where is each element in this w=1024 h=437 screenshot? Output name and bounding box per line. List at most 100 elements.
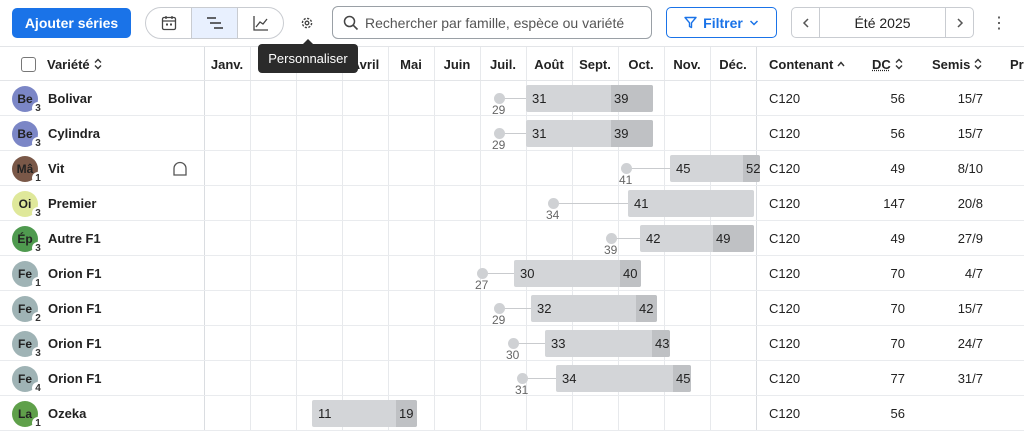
avatar: Fe 1 [12,261,44,289]
container-cell: C120 [769,406,801,421]
timeline-bar[interactable]: 11 19 [312,400,417,427]
timeline-connector [626,168,670,169]
end-week-label: 39 [614,126,629,141]
timeline-bar[interactable]: 31 39 [526,85,653,112]
select-all-checkbox[interactable] [21,57,36,72]
filter-button[interactable]: Filtrer [666,7,777,38]
timeline-bar[interactable]: 31 39 [526,120,653,147]
month-header: Janv. [210,56,244,72]
timeline-bar[interactable]: 32 42 [531,295,657,322]
sort-ascending-icon [837,61,845,67]
month-header: Oct. [628,56,654,72]
variety-name[interactable]: Ozeka [48,396,86,431]
variety-name[interactable]: Orion F1 [48,361,101,396]
table-row[interactable]: Mâ 1 Vit 41 45 52 C120 49 8/10 [0,151,1024,187]
avatar: Oi 3 [12,191,44,219]
variety-name[interactable]: Orion F1 [48,256,101,291]
semis-cell: 15/7 [957,301,983,316]
avatar-initials: La [17,407,32,421]
count-badge: 3 [32,207,44,219]
table-row[interactable]: Be 3 Cylindra 29 31 39 C120 56 15/7 [0,116,1024,152]
more-column-header[interactable]: Pr [1010,47,1024,81]
start-week-label: 42 [646,231,661,246]
start-week-label: 33 [551,336,566,351]
table-row[interactable]: Fe 1 Orion F1 27 30 40 C120 70 4/7 [0,256,1024,292]
variety-header-label: Variété [47,56,90,72]
variety-name[interactable]: Vit [48,151,64,186]
sowing-week-label: 27 [475,278,489,292]
more-options-icon[interactable]: ⋮ [991,12,1007,34]
container-cell: C120 [769,231,801,246]
avatar-initials: Fe [17,337,32,351]
semis-cell: 27/9 [957,231,983,246]
table-row[interactable]: Ép 3 Autre F1 39 42 49 C120 49 27/9 [0,221,1024,257]
table-row[interactable]: Fe 3 Orion F1 30 33 43 C120 70 24/7 [0,326,1024,362]
avatar-initials: Ép [17,232,33,246]
semis-column-header[interactable]: Semis [932,47,983,81]
dc-cell: 49 [890,161,905,176]
avatar-initials: Oi [18,197,32,211]
next-period-button[interactable] [945,8,973,37]
customize-button[interactable] [296,12,318,34]
avatar: Mâ 1 [12,156,44,184]
gantt-view-button[interactable] [192,8,238,38]
start-week-label: 41 [634,196,649,211]
month-header: Juil. [489,56,516,72]
add-series-button[interactable]: Ajouter séries [12,8,131,38]
table-row[interactable]: Fe 4 Orion F1 31 34 45 C120 77 31/7 [0,361,1024,397]
variety-name[interactable]: Orion F1 [48,291,101,326]
table-row[interactable]: La 1 Ozeka 11 19 C120 56 [0,396,1024,431]
container-cell: C120 [769,91,801,106]
timeline-bar[interactable]: 41 [628,190,754,217]
search-input[interactable] [365,14,645,31]
period-selector: Été 2025 [791,7,974,38]
timeline-bar[interactable]: 45 52 [670,155,760,182]
dc-column-header[interactable]: DC [872,47,904,81]
table-row[interactable]: Fe 2 Orion F1 29 32 42 C120 70 15/7 [0,291,1024,327]
sort-icon [895,58,903,70]
avatar-initials: Fe [17,372,32,386]
month-header: Déc. [719,56,747,72]
chevron-right-icon [956,17,963,28]
end-week-label: 39 [614,91,629,106]
semis-header-label: Semis [932,56,971,72]
container-column-header[interactable]: Contenant [769,47,846,81]
chevron-down-icon [749,19,758,26]
end-week-label: 40 [623,266,638,281]
start-week-label: 32 [537,301,552,316]
timeline-bar[interactable]: 30 40 [514,260,641,287]
calendar-view-button[interactable] [146,8,192,38]
count-badge: 1 [32,417,44,429]
variety-name[interactable]: Orion F1 [48,326,101,361]
month-header: Sept. [579,56,611,72]
container-cell: C120 [769,161,801,176]
search-box[interactable] [332,6,652,39]
line-chart-icon [252,16,268,31]
dc-cell: 70 [890,301,905,316]
variety-name[interactable]: Autre F1 [48,221,101,256]
variety-column-header[interactable]: Variété [47,47,103,81]
variety-name[interactable]: Premier [48,186,96,221]
bell-icon[interactable] [171,160,189,178]
sort-icon [94,58,102,70]
end-week-label: 52 [746,161,761,176]
avatar-initials: Be [17,92,33,106]
chart-view-button[interactable] [238,8,283,38]
avatar-initials: Fe [17,267,32,281]
timeline-bar[interactable]: 42 49 [640,225,754,252]
timeline-bar[interactable]: 33 43 [545,330,670,357]
dc-cell: 70 [890,266,905,281]
avatar: Fe 2 [12,296,44,324]
variety-name[interactable]: Bolivar [48,81,92,116]
sowing-week-label: 29 [492,103,506,117]
table-row[interactable]: Be 3 Bolivar 29 31 39 C120 56 15/7 [0,81,1024,117]
table-row[interactable]: Oi 3 Premier 34 41 C120 147 20/8 [0,186,1024,222]
variety-name[interactable]: Cylindra [48,116,100,151]
period-label[interactable]: Été 2025 [820,15,945,31]
previous-period-button[interactable] [792,8,820,37]
sowing-week-label: 29 [492,313,506,327]
semis-cell: 8/10 [957,161,983,176]
count-badge: 3 [32,347,44,359]
count-badge: 1 [32,172,44,184]
timeline-bar[interactable]: 34 45 [556,365,691,392]
